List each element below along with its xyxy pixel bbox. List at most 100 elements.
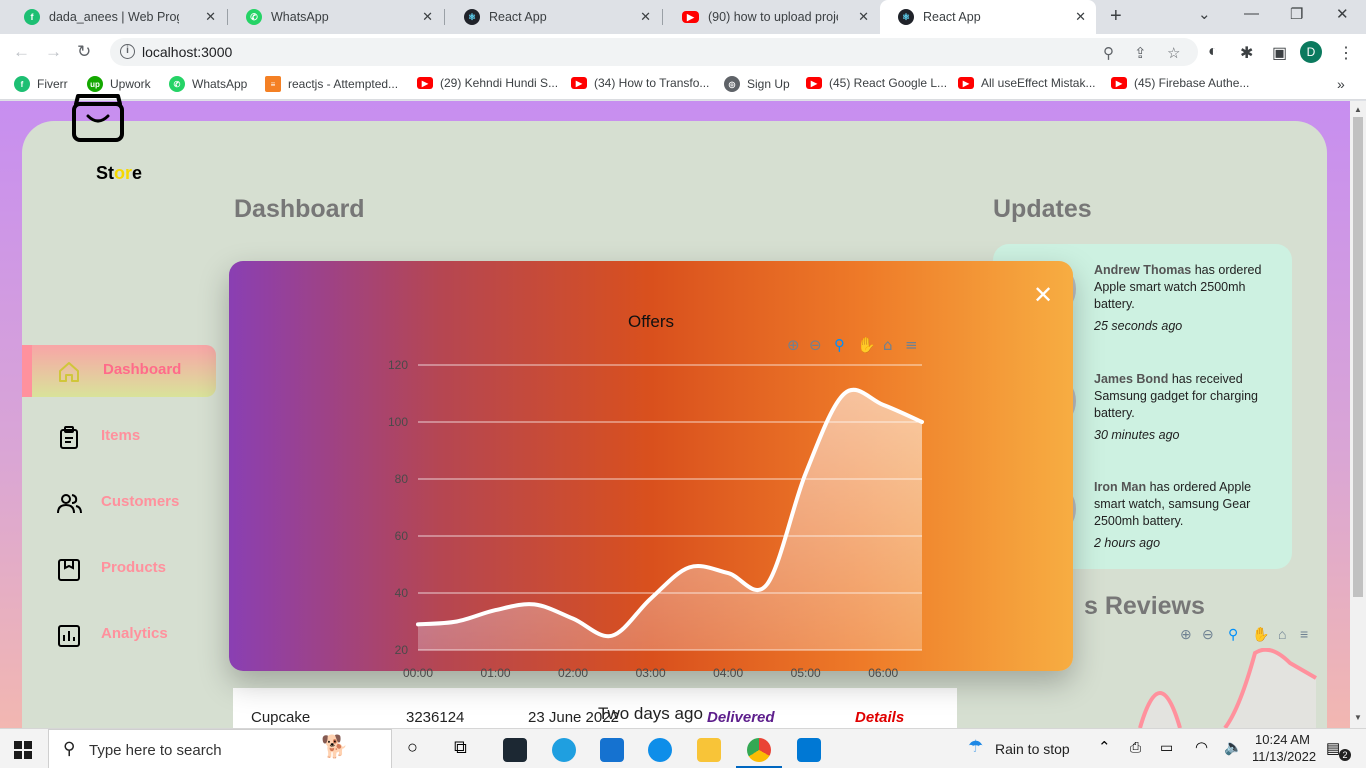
magnify-icon[interactable]: ⚲	[834, 336, 845, 354]
zoom-out-icon[interactable]: ⊖	[1202, 626, 1214, 643]
taskbar-search-box[interactable]: ⚲ Type here to search 🐕	[48, 729, 392, 768]
zoom-out-icon[interactable]: ⊖	[809, 336, 822, 354]
react-icon: ⚛	[898, 9, 914, 25]
update-user-name: James Bond	[1094, 372, 1169, 386]
close-tab-icon[interactable]: ✕	[205, 9, 216, 25]
zoom-in-icon[interactable]: ⊕	[1180, 626, 1192, 643]
chevron-up-icon[interactable]: ⌃	[1098, 738, 1111, 756]
teamviewer-icon[interactable]	[648, 738, 672, 762]
info-icon[interactable]: i	[120, 44, 135, 59]
home-icon[interactable]: ⌂	[1278, 626, 1286, 642]
order-status-badge: Delivered	[707, 709, 775, 726]
sidebar-item-analytics[interactable]: Analytics	[22, 609, 216, 661]
share-icon[interactable]: ⇪	[1134, 44, 1147, 62]
browser-tab[interactable]: f dada_anees | Web Programm ✕	[6, 0, 226, 34]
volume-icon[interactable]: 🔈	[1224, 738, 1243, 756]
bookmark[interactable]: ▶ (45) Firebase Authe...	[1111, 76, 1249, 90]
scrollbar-thumb[interactable]	[1353, 117, 1363, 597]
sidebar-item-label: Products	[101, 559, 167, 576]
bookmark[interactable]: ▶ (34) How to Transfo...	[571, 76, 709, 90]
browser-tab[interactable]: ✆ WhatsApp ✕	[228, 0, 443, 34]
omnibox[interactable]: i localhost:3000 ⚲ ⇪ ☆	[110, 38, 1198, 66]
bookmark[interactable]: ▶ (29) Kehndi Hundi S...	[417, 76, 558, 90]
youtube-icon: ▶	[958, 77, 974, 89]
sidebar-item-items[interactable]: Items	[22, 411, 216, 463]
sidebar-item-label: Analytics	[101, 625, 168, 642]
reload-icon[interactable]: ↻	[77, 42, 91, 62]
edge-icon[interactable]	[552, 738, 576, 762]
update-time: 25 seconds ago	[1094, 319, 1183, 333]
bookmark[interactable]: ≡ reactjs - Attempted...	[265, 76, 398, 92]
terminal-icon[interactable]	[503, 738, 527, 762]
y-tick-label: 60	[395, 529, 409, 543]
magnify-icon[interactable]: ⚲	[1228, 626, 1238, 643]
browser-tab-active[interactable]: ⚛ React App ✕	[880, 0, 1096, 34]
scroll-down-icon[interactable]: ▼	[1354, 713, 1362, 722]
menu-icon[interactable]: ≡	[905, 336, 918, 354]
more-bookmarks-icon[interactable]: »	[1337, 76, 1345, 92]
scroll-up-icon[interactable]: ▲	[1354, 105, 1362, 114]
windows-start-icon[interactable]	[14, 741, 32, 759]
zoom-in-icon[interactable]: ⊕	[787, 336, 800, 354]
more-vertical-icon[interactable]: ⋮	[1338, 43, 1354, 63]
chrome-icon[interactable]	[747, 738, 771, 762]
users-icon	[57, 494, 82, 514]
reviews-title: s Reviews	[1084, 592, 1205, 620]
update-time: 30 minutes ago	[1094, 428, 1180, 442]
minimize-icon[interactable]: —	[1244, 5, 1259, 22]
battery-icon[interactable]: ▭	[1160, 739, 1173, 756]
youtube-icon: ▶	[417, 77, 433, 89]
browser-tab-strip: f dada_anees | Web Programm ✕ ✆ WhatsApp…	[0, 0, 1366, 34]
new-tab-icon[interactable]: +	[1110, 5, 1122, 28]
back-icon[interactable]: ←	[13, 42, 30, 62]
order-details-link[interactable]: Details	[855, 709, 904, 726]
bookmark[interactable]: ▶ All useEffect Mistak...	[958, 76, 1096, 90]
zoom-icon[interactable]: ⚲	[1103, 44, 1114, 62]
bookmark[interactable]: f Fiverr	[14, 76, 68, 92]
page-scrollbar[interactable]: ▲ ▼	[1350, 101, 1366, 728]
cortana-icon[interactable]: ○	[407, 737, 418, 758]
bookmark-star-icon[interactable]: ☆	[1167, 44, 1180, 62]
forward-icon[interactable]: →	[45, 42, 62, 62]
browser-tab[interactable]: ▶ (90) how to upload project o ✕	[664, 0, 879, 34]
maximize-icon[interactable]: ❐	[1290, 5, 1303, 23]
close-tab-icon[interactable]: ✕	[1075, 9, 1086, 25]
weather-text[interactable]: Rain to stop	[995, 741, 1070, 757]
search-highlight-icon: 🐕	[321, 734, 349, 759]
weather-icon[interactable]: ☂	[968, 737, 983, 757]
extension-sync-icon[interactable]: ◐	[1208, 43, 1218, 61]
mail-icon[interactable]	[600, 738, 624, 762]
file-explorer-icon[interactable]	[697, 738, 721, 762]
sidebar-item-label: Customers	[101, 493, 180, 510]
bookmark[interactable]: ✆ WhatsApp	[169, 76, 247, 92]
browser-tab[interactable]: ⚛ React App ✕	[446, 0, 661, 34]
sidebar-item-dashboard[interactable]: Dashboard	[22, 345, 216, 397]
bookmark[interactable]: ▶ (45) React Google L...	[806, 76, 947, 90]
side-panel-icon[interactable]: ▣	[1272, 43, 1287, 63]
x-tick-label: 00:00	[403, 666, 433, 680]
pan-icon[interactable]: ✋	[857, 336, 876, 354]
close-tab-icon[interactable]: ✕	[422, 9, 433, 25]
menu-icon[interactable]: ≡	[1300, 626, 1308, 642]
close-window-icon[interactable]: ✕	[1336, 5, 1349, 23]
chevron-down-icon[interactable]: ⌄	[1198, 5, 1211, 23]
clock-date[interactable]: 11/13/2022	[1252, 749, 1316, 764]
task-view-icon[interactable]: ⧉	[454, 737, 467, 758]
url-text[interactable]: localhost:3000	[142, 44, 232, 60]
update-user-name: Iron Man	[1094, 480, 1147, 494]
sidebar-item-customers[interactable]: Customers	[22, 477, 216, 529]
pan-icon[interactable]: ✋	[1252, 626, 1269, 643]
close-tab-icon[interactable]: ✕	[858, 9, 869, 25]
extensions-icon[interactable]: ✱	[1240, 43, 1253, 63]
meet-now-icon[interactable]: ⎙	[1130, 739, 1141, 756]
close-tab-icon[interactable]: ✕	[640, 9, 651, 25]
sidebar-item-products[interactable]: Products	[22, 543, 216, 595]
clock-time[interactable]: 10:24 AM	[1255, 732, 1310, 747]
y-tick-label: 100	[388, 415, 408, 429]
profile-avatar[interactable]: D	[1300, 41, 1322, 63]
vscode-icon[interactable]	[797, 738, 821, 762]
bookmark[interactable]: ◎ Sign Up	[724, 76, 790, 92]
wifi-icon[interactable]: ◠	[1195, 738, 1208, 756]
home-icon[interactable]: ⌂	[883, 336, 893, 354]
youtube-icon: ▶	[806, 77, 822, 89]
